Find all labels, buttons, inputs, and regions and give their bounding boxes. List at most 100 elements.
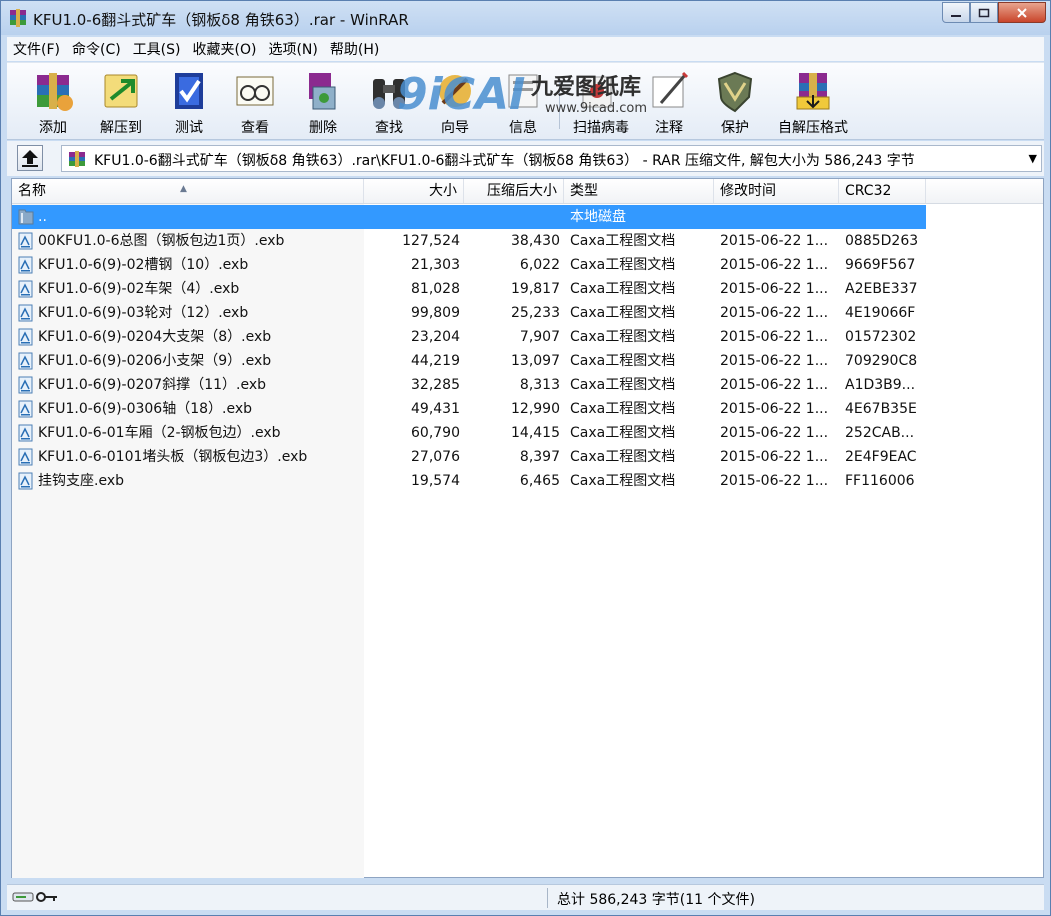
table-row[interactable]: 00KFU1.0-6总图（钢板包边1页）.exb 127,524 38,430 … [12, 229, 926, 253]
test-button[interactable]: 测试 [155, 65, 223, 137]
table-row[interactable]: KFU1.0-6-0101堵头板（钢板包边3）.exb 27,076 8,397… [12, 445, 926, 469]
column-name-label: 名称 [18, 183, 46, 199]
table-row[interactable]: KFU1.0-6-01车厢（2-钢板包边）.exb 60,790 14,415 … [12, 421, 926, 445]
file-name: KFU1.0-6(9)-0204大支架（8）.exb [38, 329, 272, 345]
file-type: Caxa工程图文档 [570, 305, 676, 321]
protect-button[interactable]: 保护 [701, 65, 769, 137]
table-row[interactable]: KFU1.0-6(9)-0306轴（18）.exb 49,431 12,990 … [12, 397, 926, 421]
title-bar[interactable]: KFU1.0-6翻斗式矿车（钢板δ8 角铁63）.rar - WinRAR [1, 1, 1050, 35]
file-type: Caxa工程图文档 [570, 377, 676, 393]
file-size: 127,524 [402, 233, 460, 249]
table-row[interactable]: 挂钩支座.exb 19,574 6,465 Caxa工程图文档 2015-06-… [12, 469, 926, 493]
file-packed-size: 19,817 [511, 281, 560, 297]
caxa-file-icon [18, 328, 33, 346]
minimize-button[interactable] [942, 2, 970, 23]
menu-bar: 文件(F) 命令(C) 工具(S) 收藏夹(O) 选项(N) 帮助(H) [7, 37, 1044, 61]
file-modified: 2015-06-22 1... [720, 473, 829, 489]
status-bar: 总计 586,243 字节(11 个文件) [7, 884, 1044, 910]
table-row[interactable]: KFU1.0-6(9)-03轮对（12）.exb 99,809 25,233 C… [12, 301, 926, 325]
file-packed-size: 38,430 [511, 233, 560, 249]
close-icon [1017, 7, 1027, 18]
delete-label: 删除 [309, 120, 337, 136]
file-list[interactable]: 名称 ▲ 大小 压缩后大小 类型 修改时间 CRC32 .. 本地磁盘 00KF… [11, 178, 1044, 878]
menu-file[interactable]: 文件(F) [7, 39, 66, 59]
file-rows: .. 本地磁盘 00KFU1.0-6总图（钢板包边1页）.exb 127,524… [12, 205, 1043, 493]
extract-to-label: 解压到 [100, 120, 142, 136]
toolbar: 添加 解压到 测试 查看 删除 查找 向导 信息 扫描病毒 注释 保护 自解压格… [7, 62, 1044, 140]
file-size: 27,076 [411, 449, 460, 465]
9icad-logo-icon: 9iCAI [397, 69, 525, 120]
menu-favorites[interactable]: 收藏夹(O) [187, 39, 263, 59]
add-archive-icon [37, 73, 73, 111]
minimize-icon [951, 14, 961, 17]
path-combobox[interactable]: KFU1.0-6翻斗式矿车（钢板δ8 角铁63）.rar\KFU1.0-6翻斗式… [61, 145, 1042, 172]
column-header-modified[interactable]: 修改时间 [714, 179, 839, 203]
address-bar: KFU1.0-6翻斗式矿车（钢板δ8 角铁63）.rar\KFU1.0-6翻斗式… [7, 141, 1044, 176]
column-header-type[interactable]: 类型 [564, 179, 714, 203]
file-type: Caxa工程图文档 [570, 233, 676, 249]
column-header-crc[interactable]: CRC32 [839, 179, 926, 203]
test-label: 测试 [175, 120, 203, 136]
delete-button[interactable]: 删除 [289, 65, 357, 137]
dropdown-arrow-icon[interactable]: ▼ [1029, 152, 1037, 165]
file-packed-size: 14,415 [511, 425, 560, 441]
file-type: Caxa工程图文档 [570, 329, 676, 345]
sort-ascending-icon: ▲ [180, 184, 187, 194]
column-header-packed[interactable]: 压缩后大小 [464, 179, 564, 203]
sfx-button[interactable]: 自解压格式 [771, 65, 855, 137]
table-row[interactable]: KFU1.0-6(9)-0204大支架（8）.exb 23,204 7,907 … [12, 325, 926, 349]
file-size: 99,809 [411, 305, 460, 321]
file-crc: 252CAB... [845, 425, 915, 441]
table-row[interactable]: KFU1.0-6(9)-0206小支架（9）.exb 44,219 13,097… [12, 349, 926, 373]
menu-help[interactable]: 帮助(H) [324, 39, 385, 59]
sfx-label: 自解压格式 [778, 120, 848, 136]
file-size: 44,219 [411, 353, 460, 369]
close-button[interactable] [998, 2, 1046, 23]
column-header-size[interactable]: 大小 [364, 179, 464, 203]
file-name: KFU1.0-6-01车厢（2-钢板包边）.exb [38, 425, 281, 441]
file-packed-size: 6,465 [519, 473, 560, 489]
file-name: KFU1.0-6(9)-0207斜撑（11）.exb [38, 377, 267, 393]
extract-to-icon [104, 74, 138, 108]
menu-options[interactable]: 选项(N) [262, 39, 323, 59]
file-crc: 4E19066F [845, 305, 916, 321]
file-type: Caxa工程图文档 [570, 449, 676, 465]
add-button[interactable]: 添加 [19, 65, 87, 137]
maximize-icon [978, 8, 990, 17]
status-divider [547, 888, 548, 908]
sfx-icon [796, 73, 830, 110]
file-crc: FF116006 [845, 473, 915, 489]
extract-to-button[interactable]: 解压到 [87, 65, 155, 137]
caxa-file-icon [18, 256, 33, 274]
file-packed-size: 8,397 [519, 449, 560, 465]
window-controls [942, 2, 1046, 24]
up-folder-button[interactable] [17, 145, 43, 171]
menu-tools[interactable]: 工具(S) [127, 39, 187, 59]
file-name: KFU1.0-6(9)-02槽钢（10）.exb [38, 257, 249, 273]
maximize-button[interactable] [970, 2, 998, 23]
watermark-url: www.9icad.com [545, 101, 647, 116]
file-crc: 2E4F9EAC [845, 449, 917, 465]
file-crc: A2EBE337 [845, 281, 918, 297]
file-crc: 0885D263 [845, 233, 919, 249]
file-crc: 709290C8 [845, 353, 918, 369]
file-packed-size: 25,233 [511, 305, 560, 321]
file-modified: 2015-06-22 1... [720, 401, 829, 417]
file-size: 81,028 [411, 281, 460, 297]
menu-commands[interactable]: 命令(C) [66, 39, 127, 59]
table-row[interactable]: KFU1.0-6(9)-02槽钢（10）.exb 21,303 6,022 Ca… [12, 253, 926, 277]
caxa-file-icon [18, 400, 33, 418]
table-row[interactable]: KFU1.0-6(9)-02车架（4）.exb 81,028 19,817 Ca… [12, 277, 926, 301]
caxa-file-icon [18, 376, 33, 394]
archive-icon [69, 151, 85, 167]
winrar-app-icon [10, 9, 26, 27]
file-size: 23,204 [411, 329, 460, 345]
column-header-name[interactable]: 名称 ▲ [12, 179, 364, 203]
view-button[interactable]: 查看 [221, 65, 289, 137]
file-type: Caxa工程图文档 [570, 473, 676, 489]
view-icon [236, 76, 274, 106]
file-type: Caxa工程图文档 [570, 425, 676, 441]
table-row[interactable]: .. 本地磁盘 [12, 205, 926, 229]
table-row[interactable]: KFU1.0-6(9)-0207斜撑（11）.exb 32,285 8,313 … [12, 373, 926, 397]
folder-up-icon [18, 209, 34, 225]
